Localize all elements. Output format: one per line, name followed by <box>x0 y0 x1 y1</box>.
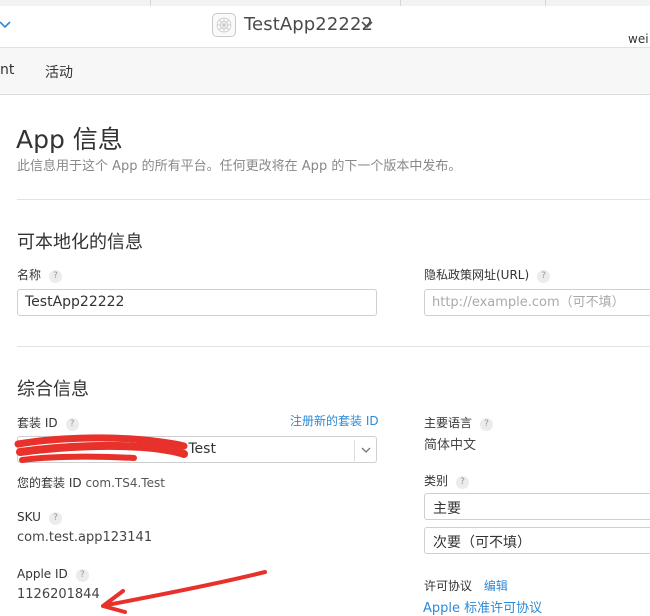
license-label: 许可协议 编辑 <box>424 577 508 594</box>
license-edit-link[interactable]: 编辑 <box>484 579 508 593</box>
help-icon[interactable]: ? <box>456 476 470 489</box>
user-menu[interactable]: wei <box>628 32 649 46</box>
primary-language-label-text: 主要语言 <box>424 416 473 430</box>
license-label-text: 许可协议 <box>424 579 473 593</box>
help-icon[interactable]: ? <box>48 512 62 525</box>
privacy-url-label: 隐私政策网址(URL)? <box>424 266 551 283</box>
page-subtitle: 此信息用于这个 App 的所有平台。任何更改将在 App 的下一个版本中发布。 <box>17 159 462 174</box>
name-label: 名称? <box>17 266 63 283</box>
privacy-url-input[interactable]: http://example.com（可不填） <box>424 289 650 316</box>
help-icon[interactable]: ? <box>537 270 551 283</box>
app-header: TestApp22222 wei <box>0 6 650 48</box>
help-icon[interactable]: ? <box>49 270 63 283</box>
apple-id-label: Apple ID? <box>17 567 89 582</box>
chevron-down-icon[interactable] <box>361 20 373 30</box>
section-title-general: 综合信息 <box>17 379 89 400</box>
bundle-id-label: 套装 ID? <box>17 414 79 431</box>
your-bundle-id-label: 您的套装 ID <box>17 476 82 490</box>
category-secondary-select[interactable]: 次要（可不填） <box>424 527 650 554</box>
sku-value: com.test.app123141 <box>17 530 153 545</box>
apple-id-value: 1126201844 <box>17 587 100 602</box>
page-title: App 信息 <box>16 125 123 154</box>
app-grid-icon <box>216 17 232 33</box>
your-bundle-id: 您的套装 ID com.TS4.Test <box>17 474 165 491</box>
help-icon[interactable]: ? <box>480 418 494 431</box>
help-icon[interactable]: ? <box>75 569 89 582</box>
tab-bar: nt 活动 <box>0 48 650 95</box>
tab-partial[interactable]: nt <box>0 62 14 78</box>
privacy-url-placeholder: http://example.com（可不填） <box>432 295 625 310</box>
your-bundle-id-value: com.TS4.Test <box>85 476 165 490</box>
category-secondary-value: 次要（可不填） <box>433 535 531 551</box>
category-primary-value: 主要 <box>433 501 461 517</box>
primary-language-value[interactable]: 简体中文 <box>424 434 476 453</box>
app-icon <box>212 13 236 37</box>
category-label-text: 类别 <box>424 474 449 488</box>
section-divider <box>17 346 650 347</box>
name-input[interactable]: TestApp22222 <box>17 289 377 316</box>
name-label-text: 名称 <box>17 268 42 282</box>
section-divider <box>17 199 650 200</box>
license-agreement-link[interactable]: Apple 标准许可协议 <box>423 597 542 616</box>
primary-language-label: 主要语言? <box>424 414 494 431</box>
select-divider <box>354 440 355 461</box>
chevron-down-icon[interactable] <box>0 18 14 32</box>
register-bundle-id-link[interactable]: 注册新的套装 ID <box>290 412 379 429</box>
bundle-id-label-text: 套装 ID <box>17 416 58 430</box>
chevron-down-icon <box>361 447 371 453</box>
app-title-dropdown[interactable]: TestApp22222 <box>244 14 373 35</box>
sku-label-text: SKU <box>17 510 41 524</box>
apple-id-label-text: Apple ID <box>17 567 68 581</box>
redaction-scribble <box>14 434 188 463</box>
privacy-url-label-text: 隐私政策网址(URL) <box>424 268 530 282</box>
sku-label: SKU? <box>17 510 62 525</box>
category-label: 类别? <box>424 472 470 489</box>
annotation-arrow <box>101 570 267 614</box>
tab-activity[interactable]: 活动 <box>45 62 73 82</box>
section-title-localizable: 可本地化的信息 <box>17 232 143 253</box>
category-primary-select[interactable]: 主要 <box>424 493 650 520</box>
